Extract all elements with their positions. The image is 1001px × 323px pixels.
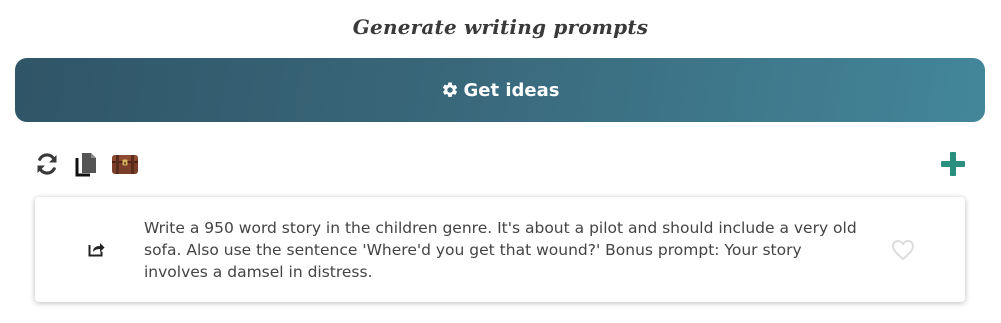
copy-icon[interactable] xyxy=(72,150,100,178)
add-prompt-button[interactable] xyxy=(939,150,967,178)
prompt-text: Write a 950 word story in the children g… xyxy=(144,219,857,281)
get-ideas-button[interactable]: Get ideas xyxy=(15,58,985,122)
heart-icon[interactable] xyxy=(891,239,915,261)
prompt-card: Write a 950 word story in the children g… xyxy=(35,197,965,302)
page: Generate writing prompts Get ideas Write… xyxy=(0,0,1001,323)
chest-icon[interactable] xyxy=(111,150,139,178)
get-ideas-label: Get ideas xyxy=(463,79,560,101)
gear-icon xyxy=(441,81,459,99)
share-icon[interactable] xyxy=(88,241,105,257)
refresh-icon[interactable] xyxy=(33,150,61,178)
page-title: Generate writing prompts xyxy=(352,15,649,39)
plus-icon xyxy=(941,152,965,176)
